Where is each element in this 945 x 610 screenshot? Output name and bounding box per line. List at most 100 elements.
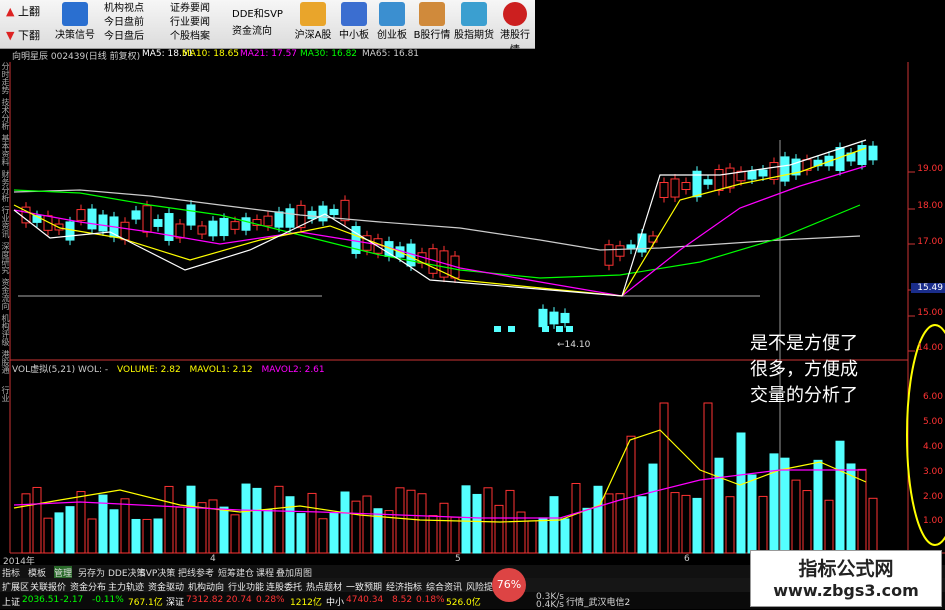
- watermark-url: www.zbgs3.com: [773, 581, 919, 600]
- volume-bar: [285, 496, 295, 554]
- candle-body: [560, 312, 570, 324]
- zx-value: 4740.34: [346, 595, 384, 605]
- candle-body: [285, 208, 295, 228]
- candle-body: [549, 311, 559, 325]
- candle-body: [87, 208, 97, 230]
- volume-bar: [395, 487, 405, 554]
- volume-bar: [65, 506, 75, 554]
- candle-body: [65, 221, 75, 241]
- candle-body: [197, 225, 207, 235]
- volume-tick: 4.00: [922, 442, 943, 452]
- volume-bar: [747, 474, 757, 554]
- highlight-ellipse: [906, 324, 945, 546]
- volume-value: VOLUME: 2.82: [117, 365, 181, 375]
- volume-bar: [417, 493, 427, 554]
- candle-body: [131, 210, 141, 220]
- volume-tick: 2.00: [922, 492, 943, 502]
- candle-body: [780, 156, 790, 182]
- candle-body: [153, 219, 163, 227]
- candle-body: [230, 221, 240, 230]
- ma65-line: [13, 189, 861, 251]
- volume-bar: [593, 485, 603, 554]
- volume-bar: [406, 489, 416, 554]
- volume-bar: [582, 507, 592, 554]
- zx-change: 8.52: [392, 595, 413, 605]
- candle-body: [659, 182, 669, 198]
- zx-amount: 526.0亿: [446, 598, 481, 608]
- volume-legend: VOL虚拟(5,21) WOL: - VOLUME: 2.82 MAVOL1: …: [12, 362, 325, 375]
- volume-bar: [186, 485, 196, 554]
- volume-bar: [714, 457, 724, 554]
- volume-bar: [351, 500, 361, 554]
- candle-body: [164, 213, 174, 241]
- volume-bar: [725, 496, 735, 554]
- sz-amount: 1212亿: [290, 598, 322, 608]
- candle-body: [508, 326, 515, 332]
- volume-bar: [824, 499, 834, 554]
- candle-body: [868, 145, 878, 161]
- volume-bar: [120, 498, 130, 554]
- volume-bar: [615, 493, 625, 554]
- candle-body: [329, 208, 339, 216]
- sh-label: 上证: [2, 598, 21, 608]
- volume-bar: [736, 432, 746, 554]
- candle-body: [747, 170, 757, 180]
- volume-bar: [252, 487, 262, 554]
- volume-bar: [318, 518, 328, 554]
- volume-bar: [758, 495, 768, 554]
- date-month-4: 4: [210, 554, 216, 564]
- volume-bar: [43, 517, 53, 554]
- volume-bar: [197, 502, 207, 554]
- network-percent-badge[interactable]: 76%: [492, 568, 526, 602]
- sz-label: 深证: [166, 598, 185, 608]
- volume-bar: [791, 479, 801, 554]
- volume-bar: [538, 517, 548, 554]
- candle-body: [208, 220, 218, 237]
- candle-body: [681, 181, 691, 191]
- volume-bar: [274, 485, 284, 554]
- volume-bar: [340, 491, 350, 554]
- price-tick: 15.00: [917, 308, 943, 318]
- annotation-line: 很多，方便成: [750, 359, 858, 380]
- volume-bar: [648, 463, 658, 554]
- watermark-logo: 指标公式网 www.zbgs3.com: [750, 550, 942, 607]
- price-tick: 18.00: [917, 201, 943, 211]
- volume-bar: [670, 492, 680, 554]
- volume-bar: [483, 487, 493, 554]
- volume-bar: [219, 506, 229, 554]
- candle-body: [604, 244, 614, 266]
- volume-bar: [681, 494, 691, 554]
- volume-bar: [692, 497, 702, 554]
- kline-chart[interactable]: [0, 0, 945, 609]
- volume-bar: [362, 495, 372, 554]
- date-month-5: 5: [455, 554, 461, 564]
- volume-bar: [54, 512, 64, 554]
- volume-bar: [153, 518, 163, 554]
- volume-bar: [428, 515, 438, 554]
- volume-bar: [560, 518, 570, 554]
- low-price-label: ←14.10: [557, 340, 591, 350]
- volume-bar: [637, 496, 647, 554]
- sz-change: 20.74: [226, 595, 252, 605]
- volume-tick: 3.00: [922, 467, 943, 477]
- date-month-6: 6: [684, 554, 690, 564]
- sz-pct: 0.28%: [256, 595, 285, 605]
- news-ticker[interactable]: 行情_武汉电信2: [566, 595, 630, 608]
- volume-bar: [76, 491, 86, 554]
- candle-body: [758, 169, 768, 177]
- volume-bar: [307, 492, 317, 554]
- candle-body: [542, 326, 549, 332]
- candle-body: [307, 210, 317, 220]
- candle-body: [556, 326, 563, 332]
- volume-bar: [527, 520, 537, 554]
- volume-tick: 5.00: [922, 417, 943, 427]
- volume-bar: [868, 497, 878, 554]
- candle-body: [714, 169, 724, 191]
- candle-body: [98, 214, 108, 232]
- volume-bar: [549, 496, 559, 554]
- volume-bar: [296, 513, 306, 554]
- volume-bar: [626, 435, 636, 554]
- volume-bar: [472, 493, 482, 554]
- mavol1-value: MAVOL1: 2.12: [189, 365, 253, 375]
- candle-body: [142, 205, 152, 233]
